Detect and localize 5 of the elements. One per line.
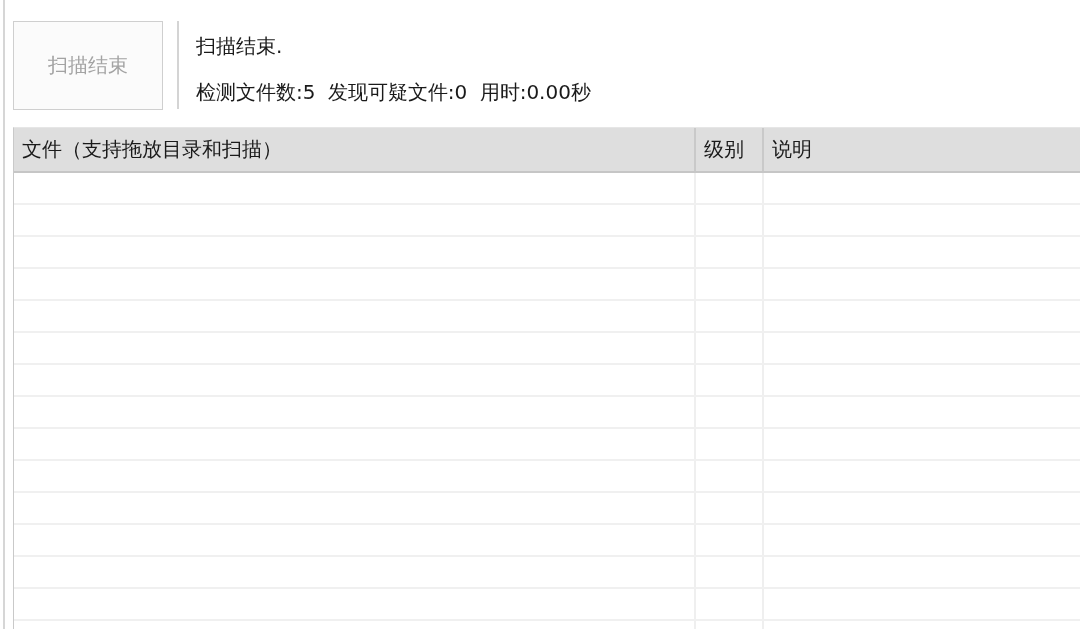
column-header[interactable]: 级别 [696,128,764,171]
column-header[interactable]: 文件（支持拖放目录和扫描） [14,128,696,171]
scan-summary: 检测文件数:5 发现可疑文件:0 用时:0.00秒 [196,79,591,105]
column-header[interactable]: 说明 [764,128,1080,171]
status-title: 扫描结束. [196,33,284,59]
